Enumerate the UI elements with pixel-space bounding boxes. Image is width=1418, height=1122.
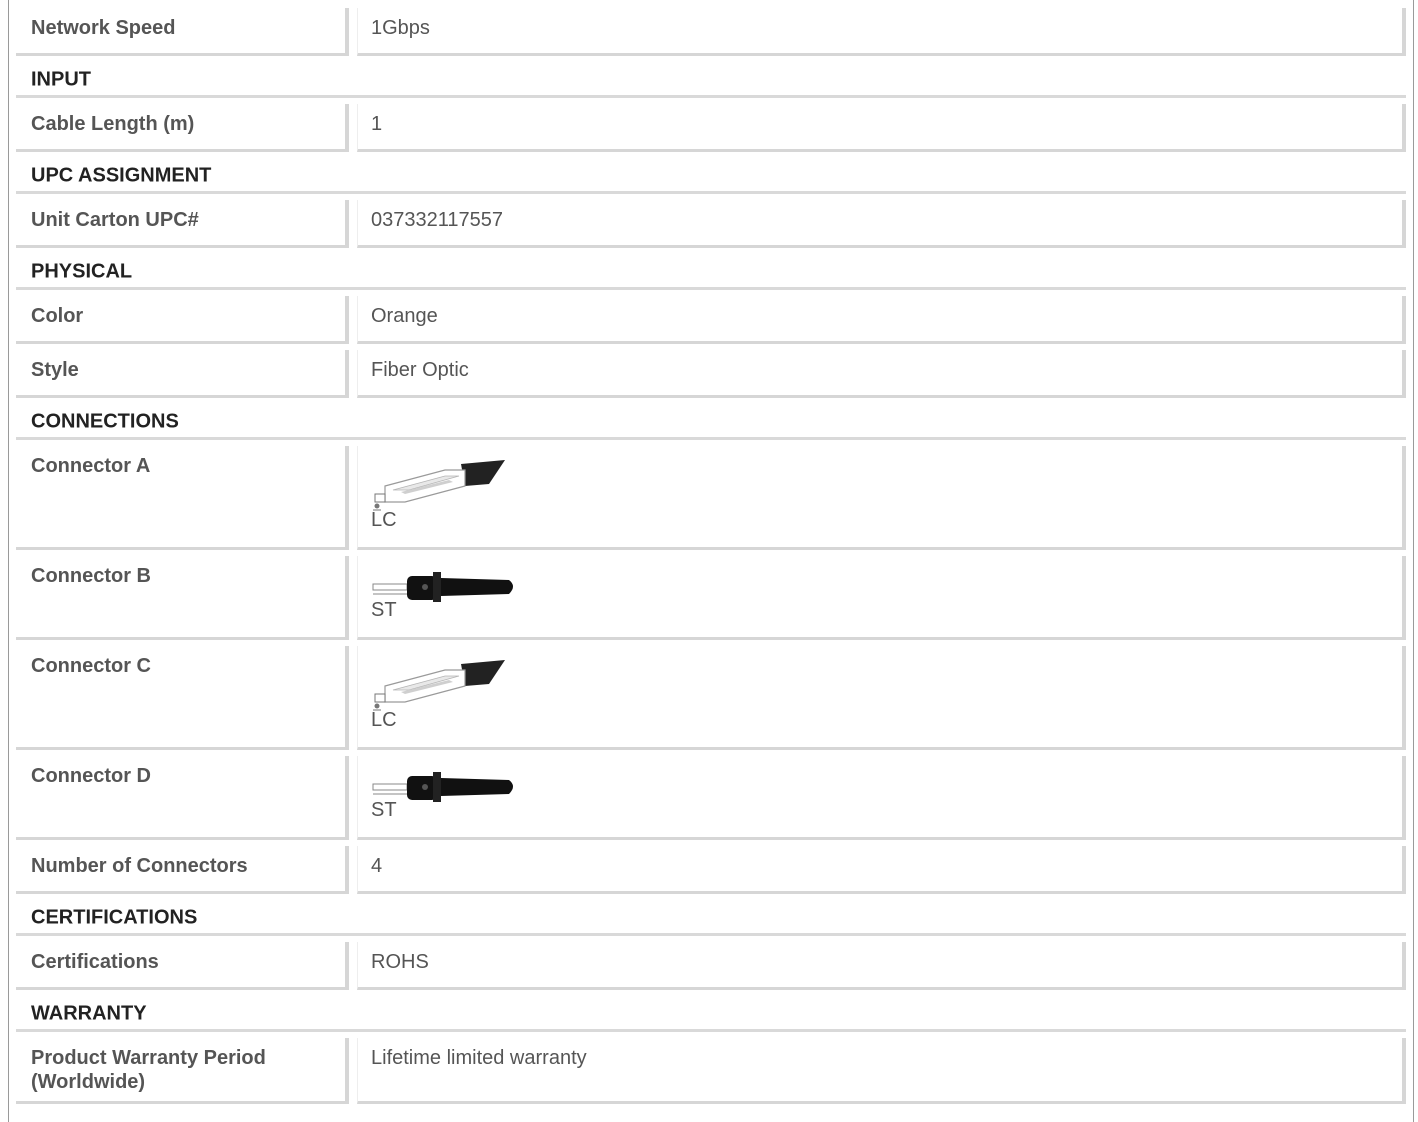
- spec-value: ROHS: [357, 942, 1406, 990]
- spec-row-style: Style Fiber Optic: [16, 350, 1406, 398]
- spec-value-connector: LC: [357, 646, 1406, 750]
- spec-label: Connector D: [16, 756, 349, 840]
- lc-connector-icon: [373, 460, 505, 511]
- section-title: WARRANTY: [31, 1002, 147, 1025]
- spec-value: Orange: [357, 296, 1406, 344]
- connector-type-label: LC: [371, 709, 397, 731]
- section-header-certifications: CERTIFICATIONS: [16, 898, 1406, 936]
- spec-row-color: Color Orange: [16, 296, 1406, 344]
- spec-value-connector: ST: [357, 556, 1406, 640]
- section-title: UPC ASSIGNMENT: [31, 164, 212, 187]
- connector-type-label: ST: [371, 599, 397, 621]
- spec-value-connector: LC: [357, 446, 1406, 550]
- spec-label: Certifications: [16, 942, 349, 990]
- spec-row-network-speed: Network Speed 1Gbps: [16, 8, 1406, 56]
- spec-row-warranty: Product Warranty Period (Worldwide) Life…: [16, 1038, 1406, 1104]
- section-title: CONNECTIONS: [31, 410, 179, 433]
- spec-row-connector-c: Connector C LC: [16, 646, 1406, 750]
- spec-row-certifications: Certifications ROHS: [16, 942, 1406, 990]
- left-frame-line: [8, 0, 9, 1122]
- spec-row-connector-a: Connector A LC: [16, 446, 1406, 550]
- section-title: PHYSICAL: [31, 260, 133, 283]
- spec-value: 037332117557: [357, 200, 1406, 248]
- spec-value: 1: [357, 104, 1406, 152]
- spec-row-connector-b: Connector B ST: [16, 556, 1406, 640]
- section-title: CERTIFICATIONS: [31, 906, 198, 929]
- spec-label: Network Speed: [16, 8, 349, 56]
- section-title: INPUT: [31, 68, 91, 91]
- spec-label: Cable Length (m): [16, 104, 349, 152]
- lc-connector-icon: [373, 660, 505, 711]
- spec-value: Fiber Optic: [357, 350, 1406, 398]
- spec-label: Number of Connectors: [16, 846, 349, 894]
- spec-value: 4: [357, 846, 1406, 894]
- spec-label: Connector B: [16, 556, 349, 640]
- section-header-warranty: WARRANTY: [16, 994, 1406, 1032]
- connector-type-label: LC: [371, 509, 397, 531]
- spec-value-connector: ST: [357, 756, 1406, 840]
- spec-label: Color: [16, 296, 349, 344]
- right-frame-line: [1413, 0, 1414, 1122]
- spec-label: Product Warranty Period (Worldwide): [16, 1038, 349, 1104]
- spec-value: 1Gbps: [357, 8, 1406, 56]
- section-header-connections: CONNECTIONS: [16, 402, 1406, 440]
- spec-row-cable-length: Cable Length (m) 1: [16, 104, 1406, 152]
- spec-label: Unit Carton UPC#: [16, 200, 349, 248]
- spec-label: Connector C: [16, 646, 349, 750]
- spec-row-number-of-connectors: Number of Connectors 4: [16, 846, 1406, 894]
- spec-row-unit-carton-upc: Unit Carton UPC# 037332117557: [16, 200, 1406, 248]
- section-header-input: INPUT: [16, 60, 1406, 98]
- section-header-upc-assignment: UPC ASSIGNMENT: [16, 156, 1406, 194]
- section-header-physical: PHYSICAL: [16, 252, 1406, 290]
- spec-table: Network Speed 1Gbps INPUT Cable Length (…: [16, 8, 1406, 1104]
- spec-row-connector-d: Connector D ST: [16, 756, 1406, 840]
- spec-label: Style: [16, 350, 349, 398]
- spec-label: Connector A: [16, 446, 349, 550]
- spec-value: Lifetime limited warranty: [357, 1038, 1406, 1104]
- connector-type-label: ST: [371, 799, 397, 821]
